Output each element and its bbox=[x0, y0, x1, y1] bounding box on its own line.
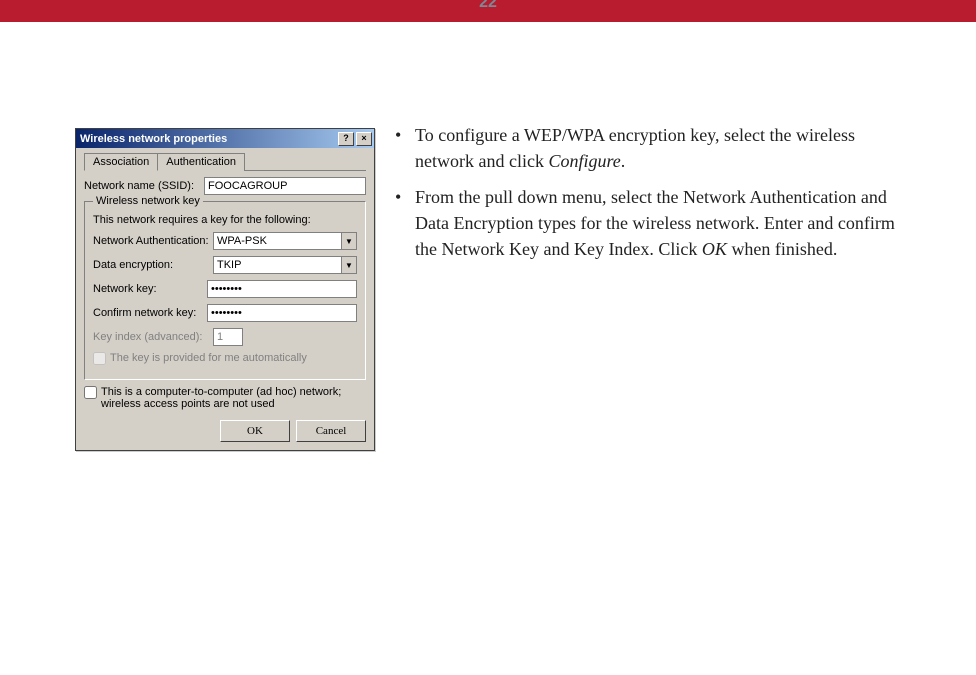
ssid-label: Network name (SSID): bbox=[84, 180, 204, 192]
dialog-body: Association Authentication Network name … bbox=[76, 148, 374, 450]
page-number: 22 bbox=[0, 0, 976, 12]
auto-key-label: The key is provided for me automatically bbox=[110, 352, 307, 364]
auth-label: Network Authentication: bbox=[93, 235, 213, 247]
encrypt-row: Data encryption: TKIP ▼ bbox=[93, 256, 357, 274]
dialog-screenshot: Wireless network properties ? × Associat… bbox=[75, 128, 375, 451]
bullet1-part-b: . bbox=[621, 151, 626, 171]
auto-key-checkbox bbox=[93, 352, 106, 365]
bullet1-part-a: To configure a WEP/WPA encryption key, s… bbox=[415, 125, 855, 171]
key-label: Network key: bbox=[93, 283, 207, 295]
key-input[interactable] bbox=[207, 280, 357, 298]
bullet-dot-icon: • bbox=[395, 184, 415, 262]
bullet-1: • To configure a WEP/WPA encryption key,… bbox=[395, 122, 915, 174]
encrypt-select[interactable]: TKIP ▼ bbox=[213, 256, 357, 274]
bullet-1-text: To configure a WEP/WPA encryption key, s… bbox=[415, 122, 915, 174]
encrypt-value: TKIP bbox=[214, 259, 341, 271]
encrypt-label: Data encryption: bbox=[93, 259, 213, 271]
auth-row: Network Authentication: WPA-PSK ▼ bbox=[93, 232, 357, 250]
key-index-row: Key index (advanced): 1 bbox=[93, 328, 357, 346]
group-legend: Wireless network key bbox=[93, 195, 203, 207]
chevron-down-icon: ▼ bbox=[341, 257, 356, 273]
cancel-button[interactable]: Cancel bbox=[296, 420, 366, 442]
bullet-2: • From the pull down menu, select the Ne… bbox=[395, 184, 915, 262]
window-title: Wireless network properties bbox=[80, 133, 336, 145]
confirm-key-input[interactable] bbox=[207, 304, 357, 322]
adhoc-row: This is a computer-to-computer (ad hoc) … bbox=[84, 386, 366, 410]
titlebar: Wireless network properties ? × bbox=[76, 129, 374, 148]
tab-association[interactable]: Association bbox=[84, 153, 158, 171]
ssid-input[interactable] bbox=[204, 177, 366, 195]
titlebar-buttons: ? × bbox=[336, 132, 372, 146]
ssid-row: Network name (SSID): bbox=[84, 177, 366, 195]
dialog-window: Wireless network properties ? × Associat… bbox=[75, 128, 375, 451]
key-row: Network key: bbox=[93, 280, 357, 298]
chevron-down-icon: ▼ bbox=[341, 233, 356, 249]
tab-strip: Association Authentication bbox=[84, 152, 366, 171]
instruction-area: • To configure a WEP/WPA encryption key,… bbox=[395, 122, 915, 272]
bullet2-part-b: when finished. bbox=[727, 239, 837, 259]
help-button[interactable]: ? bbox=[338, 132, 354, 146]
adhoc-label: This is a computer-to-computer (ad hoc) … bbox=[101, 386, 366, 410]
adhoc-checkbox[interactable] bbox=[84, 386, 97, 399]
confirm-key-label: Confirm network key: bbox=[93, 307, 207, 319]
dialog-button-row: OK Cancel bbox=[84, 420, 366, 442]
confirm-key-row: Confirm network key: bbox=[93, 304, 357, 322]
bullet1-em: Configure bbox=[548, 151, 620, 171]
auth-select[interactable]: WPA-PSK ▼ bbox=[213, 232, 357, 250]
bullet2-em: OK bbox=[702, 239, 727, 259]
auto-key-row: The key is provided for me automatically bbox=[93, 352, 357, 365]
wireless-key-group: Wireless network key This network requir… bbox=[84, 201, 366, 380]
auth-value: WPA-PSK bbox=[214, 235, 341, 247]
key-index-input: 1 bbox=[213, 328, 243, 346]
key-index-label: Key index (advanced): bbox=[93, 331, 213, 343]
tab-authentication[interactable]: Authentication bbox=[157, 153, 245, 171]
close-button[interactable]: × bbox=[356, 132, 372, 146]
ok-button[interactable]: OK bbox=[220, 420, 290, 442]
bullet-2-text: From the pull down menu, select the Netw… bbox=[415, 184, 915, 262]
bullet-dot-icon: • bbox=[395, 122, 415, 174]
group-note: This network requires a key for the foll… bbox=[93, 214, 357, 226]
